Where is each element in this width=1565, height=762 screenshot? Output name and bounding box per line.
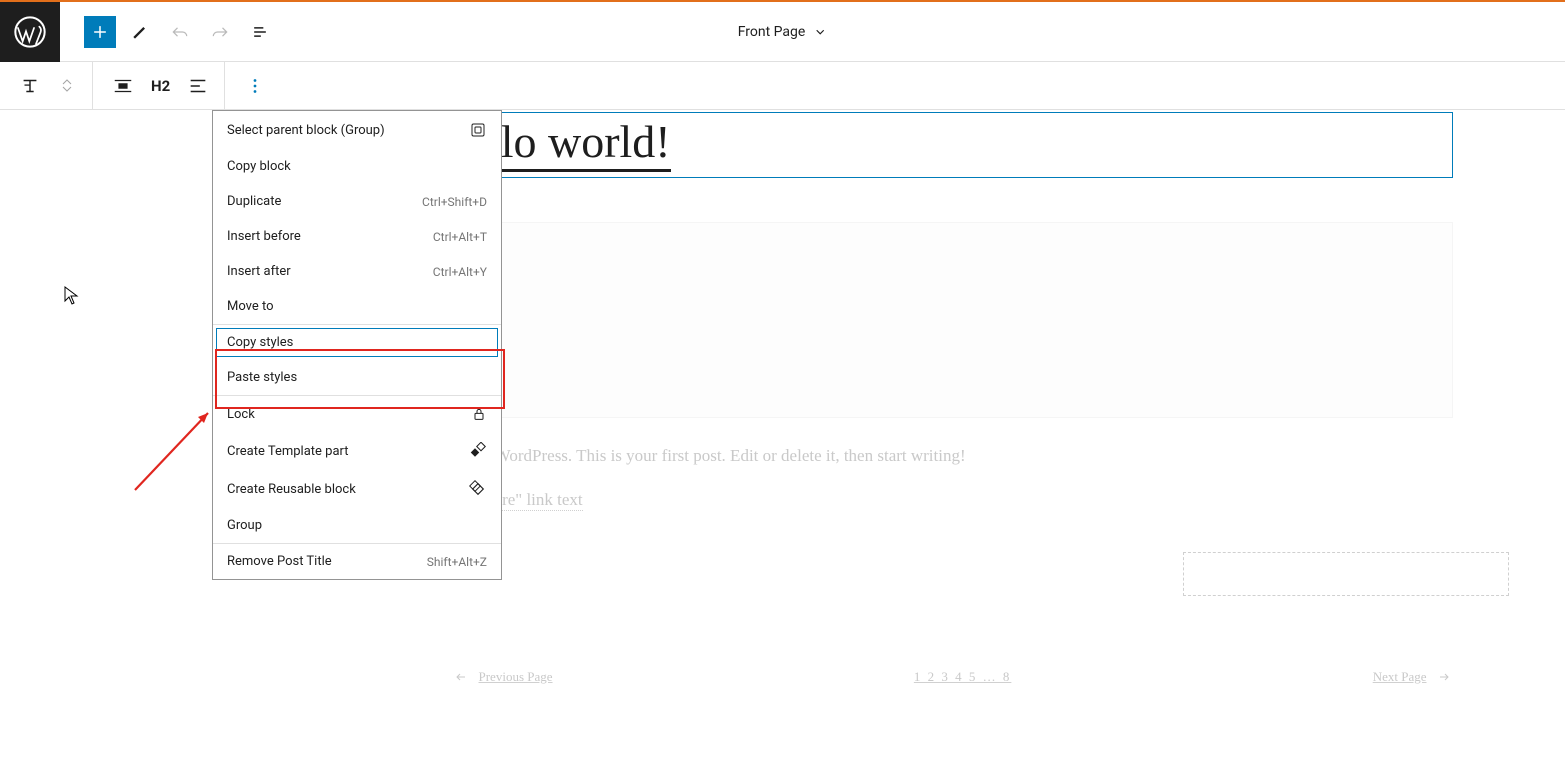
next-page-label: Next Page (1373, 669, 1427, 685)
menu-group[interactable]: Group (213, 508, 501, 543)
menu-select-parent-label: Select parent block (Group) (227, 123, 385, 138)
chevron-up-icon (62, 79, 72, 85)
menu-paste-styles-label: Paste styles (227, 370, 297, 385)
more-vertical-icon (244, 75, 266, 97)
block-inserter-button[interactable] (84, 16, 116, 48)
menu-create-reusable[interactable]: Create Reusable block (213, 470, 501, 508)
template-part-icon (469, 442, 487, 460)
align-button[interactable] (105, 68, 141, 104)
align-icon (112, 75, 134, 97)
menu-copy-block-label: Copy block (227, 159, 291, 174)
lock-icon (471, 406, 487, 422)
menu-insert-before-label: Insert before (227, 229, 301, 244)
menu-insert-before-shortcut: Ctrl+Alt+T (433, 230, 487, 244)
block-toolbar: H2 (0, 62, 1565, 110)
group-icon (469, 121, 487, 139)
header-tools (60, 16, 276, 48)
more-options-button[interactable] (237, 68, 273, 104)
list-view-button[interactable] (244, 16, 276, 48)
menu-insert-before[interactable]: Insert before Ctrl+Alt+T (213, 219, 501, 254)
previous-page-label: Previous Page (479, 669, 553, 685)
redo-icon (210, 22, 230, 42)
block-type-button[interactable] (12, 68, 48, 104)
reusable-block-icon (469, 480, 487, 498)
pencil-icon (130, 22, 150, 42)
menu-create-reusable-label: Create Reusable block (227, 482, 356, 497)
block-mover[interactable] (48, 68, 84, 104)
menu-select-parent[interactable]: Select parent block (Group) (213, 111, 501, 149)
pagination: Previous Page 1 2 3 4 5 … 8 Next Page (453, 669, 1453, 685)
menu-remove-label: Remove Post Title (227, 554, 332, 569)
menu-duplicate-label: Duplicate (227, 194, 281, 209)
wp-logo-button[interactable] (0, 2, 60, 62)
featured-image-placeholder[interactable] (453, 222, 1453, 418)
post-title-icon (19, 75, 41, 97)
menu-insert-after-shortcut: Ctrl+Alt+Y (433, 265, 487, 279)
menu-paste-styles[interactable]: Paste styles (213, 360, 501, 395)
arrow-right-icon (1436, 671, 1452, 683)
menu-create-template-part[interactable]: Create Template part (213, 432, 501, 470)
redo-button[interactable] (204, 16, 236, 48)
previous-page-link[interactable]: Previous Page (453, 669, 553, 685)
chevron-down-icon (813, 25, 827, 39)
text-align-icon (187, 75, 209, 97)
menu-duplicate-shortcut: Ctrl+Shift+D (422, 195, 487, 209)
menu-create-template-part-label: Create Template part (227, 444, 349, 459)
chevron-down-icon (62, 86, 72, 92)
menu-lock-label: Lock (227, 407, 255, 422)
menu-move-to[interactable]: Move to (213, 289, 501, 324)
menu-insert-after[interactable]: Insert after Ctrl+Alt+Y (213, 254, 501, 289)
undo-button[interactable] (164, 16, 196, 48)
menu-copy-styles-label: Copy styles (227, 335, 293, 350)
arrow-left-icon (453, 671, 469, 683)
content-group: me to WordPress. This is your first post… (453, 222, 1453, 549)
next-page-link[interactable]: Next Page (1373, 669, 1453, 685)
menu-group-label: Group (227, 518, 262, 533)
tools-button[interactable] (124, 16, 156, 48)
menu-copy-styles[interactable]: Copy styles (213, 325, 501, 360)
menu-lock[interactable]: Lock (213, 396, 501, 432)
page-title-label: Front Page (738, 24, 806, 40)
page-numbers[interactable]: 1 2 3 4 5 … 8 (914, 669, 1012, 685)
template-selector[interactable]: Front Page (738, 24, 828, 40)
post-title-block[interactable]: ello world! (453, 112, 1453, 178)
text-align-button[interactable] (180, 68, 216, 104)
wordpress-icon (14, 16, 46, 48)
menu-insert-after-label: Insert after (227, 264, 291, 279)
plus-icon (90, 22, 110, 42)
block-options-menu: Select parent block (Group) Copy block D… (212, 110, 502, 580)
heading-level-button[interactable]: H2 (141, 68, 180, 104)
menu-duplicate[interactable]: Duplicate Ctrl+Shift+D (213, 184, 501, 219)
undo-icon (170, 22, 190, 42)
post-excerpt[interactable]: me to WordPress. This is your first post… (453, 446, 1453, 466)
menu-remove-shortcut: Shift+Alt+Z (427, 555, 487, 569)
heading-level-label: H2 (147, 77, 174, 95)
menu-move-to-label: Move to (227, 299, 274, 314)
list-view-icon (250, 22, 270, 42)
menu-copy-block[interactable]: Copy block (213, 149, 501, 184)
featured-image-aside-placeholder[interactable] (1183, 552, 1509, 596)
editor-header: Front Page (0, 2, 1565, 62)
menu-remove[interactable]: Remove Post Title Shift+Alt+Z (213, 544, 501, 579)
